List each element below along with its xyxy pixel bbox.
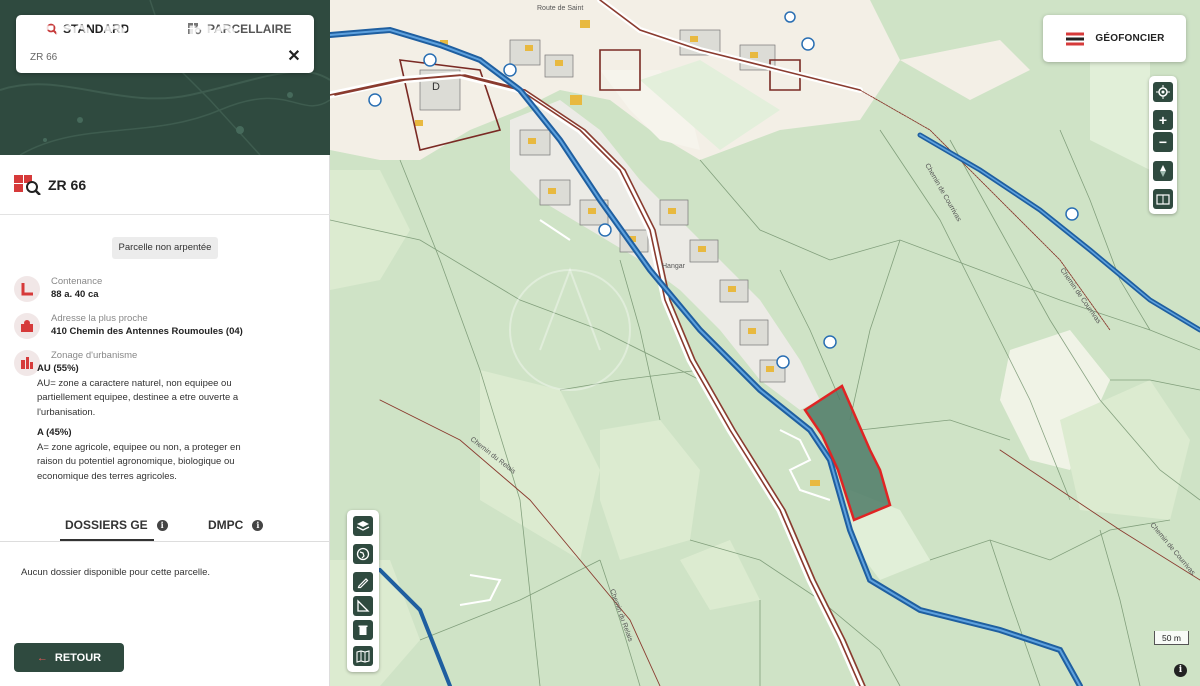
tab-dmpc-label: DMPC: [208, 518, 244, 532]
basemap-button[interactable]: [353, 544, 373, 564]
retour-button[interactable]: ← RETOUR: [14, 643, 124, 672]
zone-a: A (45%) A= zone agricole, equipee ou non…: [37, 426, 267, 484]
tab-dossiers-ge-label: DOSSIERS GE: [65, 518, 148, 532]
map-controls: + −: [1149, 76, 1177, 214]
panel-header: STANDARD PARCELLAIRE ZR 66 ✕ etre propri…: [0, 0, 330, 155]
retour-button-label: RETOUR: [54, 651, 102, 664]
zoom-in-button[interactable]: +: [1153, 110, 1173, 130]
zone-a-description: A= zone agricole, equipee ou non, a prot…: [37, 441, 241, 482]
contenance-value: 88 a. 40 ca: [51, 289, 99, 300]
compass-button[interactable]: [1153, 161, 1173, 181]
mode-tab-standard-label: STANDARD: [63, 22, 130, 36]
map-book-button[interactable]: [353, 646, 373, 666]
pencil-icon: [357, 578, 369, 589]
layers-icon: [356, 521, 370, 531]
info-icon[interactable]: i: [252, 519, 264, 531]
measure-button[interactable]: [353, 596, 373, 616]
mode-tab-parcellaire[interactable]: PARCELLAIRE: [188, 22, 291, 36]
adresse-label: Adresse la plus proche: [51, 313, 148, 324]
compass-icon: [1160, 165, 1166, 177]
adresse-value: 410 Chemin des Antennes Roumoules (04): [51, 326, 243, 337]
map-road-label: Hangar: [662, 263, 686, 270]
globe-icon: [356, 547, 370, 561]
zone-au: AU (55%) AU= zone a caractere naturel, n…: [37, 362, 267, 420]
search-input[interactable]: ZR 66: [30, 52, 57, 63]
area-icon: [14, 276, 40, 302]
plus-icon: +: [1158, 112, 1168, 128]
map-icon: [356, 650, 370, 663]
map-tools: [347, 510, 379, 672]
zone-au-description: AU= zone a caractere naturel, non equipe…: [37, 377, 239, 418]
search-card: STANDARD PARCELLAIRE ZR 66 ✕: [16, 15, 314, 73]
locate-button[interactable]: [1153, 82, 1173, 102]
parcel-panel: STANDARD PARCELLAIRE ZR 66 ✕ etre propri…: [0, 0, 330, 686]
parcel-search-icon: [14, 175, 41, 195]
scale-bar: 50 m: [1154, 631, 1189, 645]
arrow-left-icon: ←: [36, 651, 48, 664]
zone-au-title: AU (55%): [37, 363, 79, 374]
tab-dmpc[interactable]: DMPC i: [208, 518, 264, 532]
map-canvas[interactable]: D Chemin du Relais Chemin du Relais Chem…: [330, 0, 1200, 686]
ruler-triangle-icon: [357, 599, 370, 612]
empty-dossier-message: Aucun dossier disponible pour cette parc…: [21, 567, 211, 578]
zonage-label: Zonage d'urbanisme: [51, 350, 138, 361]
tabs-divider: [0, 541, 330, 542]
cadastral-map[interactable]: D Chemin du Relais Chemin du Relais Chem…: [330, 0, 1200, 686]
brand-name: GÉOFONCIER: [1095, 33, 1165, 44]
zone-a-title: A (45%): [37, 427, 72, 438]
map-parcel-letter: D: [432, 81, 440, 93]
layers-button[interactable]: [353, 516, 373, 536]
mode-tab-standard[interactable]: STANDARD: [46, 22, 129, 36]
zoom-out-button[interactable]: −: [1153, 132, 1173, 152]
minus-icon: −: [1158, 134, 1168, 150]
cube-3d-icon: [1156, 194, 1170, 205]
info-icon[interactable]: i: [1174, 664, 1187, 677]
geofoncier-brand[interactable]: GÉOFONCIER: [1043, 15, 1186, 62]
close-icon[interactable]: ✕: [286, 49, 302, 65]
trash-icon: [358, 625, 368, 635]
contenance-label: Contenance: [51, 276, 103, 287]
parcel-search-icon: [188, 23, 202, 35]
crosshair-icon: [1156, 85, 1170, 99]
map-pin-icon: [14, 313, 40, 339]
mode-tab-parcellaire-label: PARCELLAIRE: [207, 22, 292, 36]
draw-button[interactable]: [353, 572, 373, 592]
search-icon: [46, 23, 58, 35]
status-badge: Parcelle non arpentée: [112, 237, 218, 259]
info-icon[interactable]: i: [156, 519, 168, 531]
parcel-title: ZR 66: [48, 177, 87, 193]
parcel-title-row: ZR 66: [0, 155, 330, 215]
geofoncier-logo-icon: [1066, 32, 1085, 45]
delete-button[interactable]: [353, 620, 373, 640]
3d-view-button[interactable]: [1153, 189, 1173, 209]
map-road-label: Route de Saint: [537, 5, 583, 12]
tab-dossiers-ge[interactable]: DOSSIERS GE i: [65, 518, 168, 532]
